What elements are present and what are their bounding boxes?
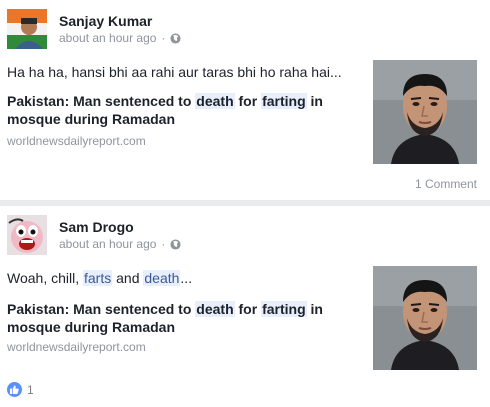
hashtag-link[interactable]: death [143, 270, 181, 286]
comment-count[interactable]: 1 Comment [415, 177, 477, 191]
reactions-summary[interactable]: 1 [7, 382, 34, 397]
link-thumbnail[interactable] [373, 266, 477, 370]
link-title[interactable]: Pakistan: Man sentenced to death for far… [7, 92, 362, 128]
post-text: Ha ha ha, hansi bhi aa rahi aur taras bh… [7, 64, 342, 80]
link-domain[interactable]: worldnewsdailyreport.com [7, 134, 146, 148]
avatar[interactable] [7, 9, 47, 49]
post-meta: about an hour ago · [59, 31, 181, 45]
link-domain[interactable]: worldnewsdailyreport.com [7, 340, 146, 354]
author-name[interactable]: Sanjay Kumar [59, 13, 152, 29]
reaction-count: 1 [27, 382, 34, 397]
feed-post: Sam Drogo about an hour ago · Woah, chil… [0, 206, 490, 407]
post-meta: about an hour ago · [59, 237, 181, 251]
link-thumbnail[interactable] [373, 60, 477, 164]
timestamp[interactable]: about an hour ago [59, 237, 156, 251]
meta-separator: · [161, 31, 166, 45]
timestamp[interactable]: about an hour ago [59, 31, 156, 45]
avatar[interactable] [7, 215, 47, 255]
post-text: Woah, chill, farts and death... [7, 270, 193, 286]
globe-icon[interactable] [170, 32, 181, 44]
feed-post: Sanjay Kumar about an hour ago · Ha ha h… [0, 0, 490, 200]
globe-icon[interactable] [170, 238, 181, 250]
like-icon [7, 382, 22, 397]
hashtag-link[interactable]: farts [83, 270, 113, 286]
meta-separator: · [161, 237, 166, 251]
link-title[interactable]: Pakistan: Man sentenced to death for far… [7, 300, 362, 336]
author-name[interactable]: Sam Drogo [59, 219, 134, 235]
